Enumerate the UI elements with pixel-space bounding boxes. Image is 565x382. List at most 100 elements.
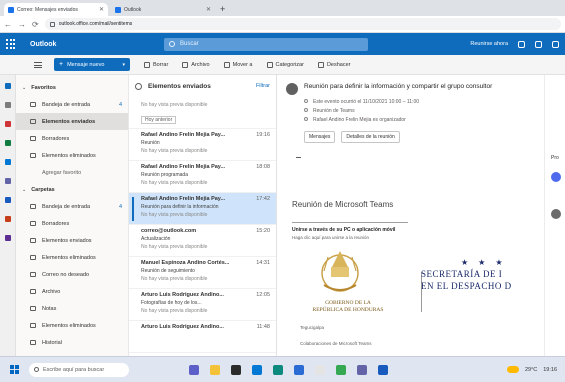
tab-messages[interactable]: Mensajes — [304, 131, 336, 143]
folder-section-folders[interactable]: ⌄ Carpetas — [16, 181, 128, 198]
new-tab-button[interactable]: + — [220, 3, 225, 16]
outlook-icon[interactable] — [294, 364, 304, 375]
inbox-icon — [30, 102, 36, 107]
folder-label: Correo no deseado — [42, 271, 90, 278]
word-icon[interactable] — [4, 197, 11, 203]
list-item[interactable]: Rafael Andino Frelin Mejia Pay... 19:16 R… — [129, 129, 276, 161]
folder-item-sent[interactable]: Elementos enviados — [16, 113, 128, 130]
delete-label: Borrar — [153, 61, 169, 68]
folder-item-drafts[interactable]: Borradores — [16, 215, 128, 232]
trash-icon — [144, 61, 150, 68]
list-item[interactable]: Arturo Luis Rodriguez Andino... 12:05 Fot… — [129, 289, 276, 321]
app-icon[interactable] — [315, 364, 325, 375]
message-subject: Reunión — [141, 140, 160, 146]
list-item[interactable]: Arturo Luis Rodriguez Andino... 11:48 — [129, 321, 276, 353]
list-item[interactable]: Rafael Andino Frelin Mejia Pay... 18:08 R… — [129, 161, 276, 193]
new-message-button[interactable]: + Mensaje nuevo ▾ — [54, 58, 130, 71]
folder-label: Agregar favorito — [42, 169, 82, 176]
mail-icon[interactable] — [4, 83, 11, 89]
taskbar-search-input[interactable]: Escribe aquí para buscar — [29, 362, 129, 377]
archive-button[interactable]: Archivo — [182, 61, 210, 68]
task-view-icon[interactable] — [189, 364, 199, 375]
folder-item-junk[interactable]: Correo no deseado — [16, 266, 128, 283]
folder-label: Borradores — [42, 135, 70, 142]
close-icon[interactable]: ✕ — [206, 6, 211, 13]
folder-label: Elementos enviados — [42, 237, 92, 244]
calendar-icon[interactable] — [4, 102, 11, 108]
undo-button[interactable]: Deshacer — [317, 61, 350, 68]
folder-pane: ⌄ Favoritos Bandeja de entrada 4 Elemento… — [16, 75, 129, 356]
address-input[interactable]: outlook.office.com/mail/sentitems — [44, 18, 561, 30]
list-item[interactable]: correo@outlook.com 15:20 Actualización No… — [129, 225, 276, 257]
apps-icon[interactable] — [4, 235, 11, 241]
categorize-button[interactable]: Categorizar — [266, 61, 304, 68]
avatar[interactable] — [551, 209, 561, 219]
folder-item-inbox[interactable]: Bandeja de entrada 4 — [16, 96, 128, 113]
menu-icon[interactable] — [34, 61, 42, 68]
folder-section-favorites[interactable]: ⌄ Favoritos — [16, 79, 128, 96]
folder-item-sent[interactable]: Elementos enviados — [16, 232, 128, 249]
move-to-button[interactable]: Mover a — [223, 61, 253, 68]
reload-button[interactable]: ⟳ — [32, 20, 39, 29]
address-bar-row: ← → ⟳ outlook.office.com/mail/sentitems — [0, 16, 565, 33]
folder-label: Bandeja de entrada — [42, 203, 91, 210]
word-icon[interactable] — [378, 364, 388, 375]
avatar[interactable] — [286, 83, 298, 95]
folder-item-inbox[interactable]: Bandeja de entrada 4 — [16, 198, 128, 215]
list-item-selected[interactable]: Rafael Andino Frelin Mejia Pay... 17:42 R… — [129, 193, 276, 225]
edge-icon[interactable] — [273, 364, 283, 375]
teams-icon[interactable] — [4, 178, 11, 184]
todo-icon[interactable] — [4, 159, 11, 165]
folder-item-archive[interactable]: Archivo — [16, 283, 128, 300]
message-subject-header: Reunión para definir la información y co… — [278, 75, 544, 95]
add-favorite-link[interactable]: Agregar favorito — [16, 164, 128, 181]
list-item[interactable]: Manuel Espinoza Andino Cortés... 14:31 Re… — [129, 257, 276, 289]
message-sender: Rafael Andino Frelin Mejia Pay... — [141, 196, 226, 202]
select-all-checkbox[interactable] — [135, 82, 142, 90]
meet-now-button[interactable]: Reunirse ahora — [470, 41, 508, 47]
folder-icon[interactable] — [210, 364, 220, 375]
weather-icon[interactable] — [506, 366, 519, 373]
join-link[interactable]: Haga clic aquí para unirse a la reunión — [292, 235, 542, 240]
forward-button[interactable]: → — [18, 20, 26, 29]
powerpoint-icon[interactable] — [4, 216, 11, 222]
emblem-caption-line-1: GOBIERNO DE LA — [325, 300, 371, 306]
browser-tab-mail[interactable]: Correo: Mensajes enviados ✕ — [4, 3, 108, 16]
filter-button[interactable]: Filtrar — [256, 83, 270, 89]
teams-icon[interactable] — [357, 364, 367, 375]
delete-button[interactable]: Borrar — [144, 61, 169, 68]
meeting-meta: Este evento ocurrió el 11/10/2021 10:00 … — [278, 98, 544, 125]
folder-item-notes[interactable]: Notas — [16, 300, 128, 317]
stars-icon: ★ ★ ★ — [461, 258, 507, 267]
inbox-icon — [30, 204, 36, 209]
mail-icon[interactable] — [252, 364, 262, 375]
divider — [296, 157, 301, 162]
bell-icon[interactable] — [535, 40, 542, 48]
close-icon[interactable]: ✕ — [99, 6, 104, 13]
folder-item-history[interactable]: Historial — [16, 334, 128, 351]
plus-icon: + — [59, 61, 64, 68]
folder-item-deleted[interactable]: Elementos eliminados — [16, 147, 128, 164]
message-sender: Manuel Espinoza Andino Cortés... — [141, 260, 230, 266]
clock-text[interactable]: 19:16 — [543, 367, 557, 373]
gear-icon[interactable] — [552, 40, 559, 48]
tab-meeting-details[interactable]: Detalles de la reunión — [341, 131, 400, 143]
chevron-down-icon[interactable]: ▾ — [122, 62, 125, 68]
app-launcher-icon[interactable] — [6, 39, 16, 49]
back-button[interactable]: ← — [4, 20, 12, 29]
folder-item-drafts[interactable]: Borradores — [16, 130, 128, 147]
teams-icon[interactable] — [518, 40, 525, 48]
avatar[interactable] — [551, 172, 561, 182]
windows-start-icon[interactable] — [10, 365, 19, 374]
browser-tab-outlook[interactable]: Outlook ✕ — [111, 3, 215, 16]
chrome-icon[interactable] — [336, 364, 346, 375]
folder-item-deleted[interactable]: Elementos eliminados — [16, 249, 128, 266]
folder-item-deleted-2[interactable]: Elementos eliminados — [16, 317, 128, 334]
search-input[interactable]: Buscar — [164, 37, 368, 51]
store-icon[interactable] — [231, 364, 241, 375]
right-rail-label: Pro — [551, 155, 559, 161]
people-icon[interactable] — [4, 121, 11, 127]
attach-icon[interactable] — [4, 140, 11, 146]
list-item[interactable]: No hay vista previa disponible Hoy anter… — [129, 97, 276, 129]
message-time: 11:48 — [256, 324, 270, 330]
